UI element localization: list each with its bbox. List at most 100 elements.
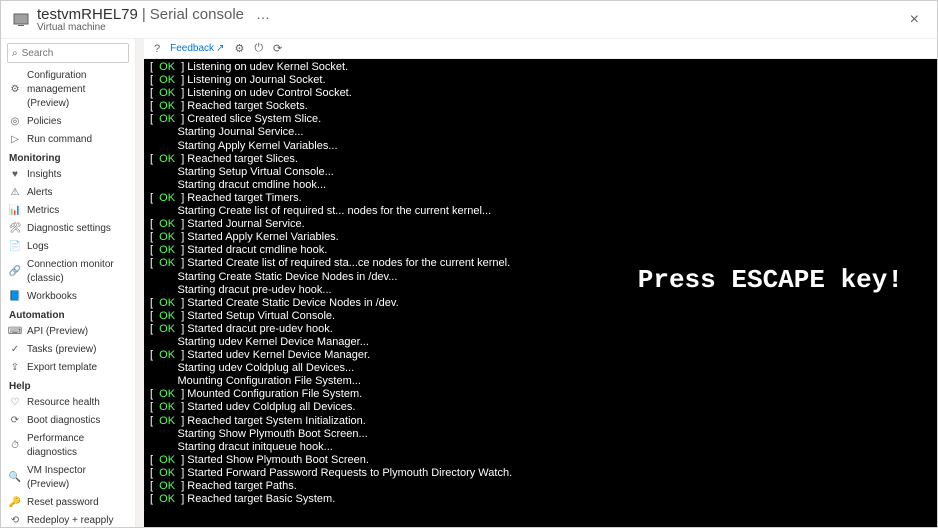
nav-icon: 🛠 (9, 222, 21, 236)
console-line: [ OK ] Started Forward Password Requests… (150, 467, 931, 480)
sidebar-item-monitoring-1[interactable]: ⚠ Alerts (1, 184, 135, 202)
help-icon[interactable]: ? (154, 43, 160, 55)
nav-label: Insights (27, 168, 127, 182)
console-line: Starting Setup Virtual Console... (150, 166, 931, 179)
resource-type: Virtual machine (37, 22, 904, 33)
console-line: Starting udev Kernel Device Manager... (150, 336, 931, 349)
sidebar-item-monitoring-4[interactable]: 📄 Logs (1, 238, 135, 256)
search-input[interactable] (22, 48, 124, 59)
export-icon: ↗ (216, 43, 224, 54)
header: testvmRHEL79 | Serial console … Virtual … (1, 1, 937, 39)
console-line: [ OK ] Reached target Paths. (150, 480, 931, 493)
console-line: [ OK ] Listening on Journal Socket. (150, 74, 931, 87)
console-line: Starting Apply Kernel Variables... (150, 140, 931, 153)
console-line: [ OK ] Started Create Static Device Node… (150, 297, 931, 310)
nav-label: API (Preview) (27, 325, 127, 339)
sidebar-item-help-5[interactable]: ⟲ Redeploy + reapply (1, 512, 135, 527)
nav-icon: 📄 (9, 240, 21, 254)
feedback-label: Feedback (170, 43, 214, 54)
sidebar-item-monitoring-5[interactable]: 🔗Connection monitor (classic) (1, 256, 135, 288)
nav-icon: ⚠ (9, 186, 21, 200)
nav-icon: ♡ (9, 396, 21, 410)
overlay-message: Press ESCAPE key! (634, 263, 907, 297)
scrollbar[interactable] (136, 39, 144, 527)
nav-icon: ⌨ (9, 325, 21, 339)
nav-icon: ✓ (9, 343, 21, 357)
nav-label: VM Inspector (Preview) (27, 464, 127, 492)
console-line: [ OK ] Started dracut pre-udev hook. (150, 323, 931, 336)
sidebar-item-help-2[interactable]: ⏱Performance diagnostics (1, 430, 135, 462)
nav-label: Redeploy + reapply (27, 514, 127, 527)
feedback-link[interactable]: Feedback↗ (170, 43, 224, 54)
vm-name: testvmRHEL79 (37, 6, 138, 23)
nav-icon: 🔗 (9, 265, 21, 279)
close-icon[interactable]: × (904, 11, 925, 29)
console-line: Starting Show Plymouth Boot Screen... (150, 428, 931, 441)
nav-section-automation: Automation (1, 306, 135, 323)
console-line: Starting udev Coldplug all Devices... (150, 362, 931, 375)
nav-icon: ◎ (9, 115, 21, 129)
console-line: Mounting Configuration File System... (150, 375, 931, 388)
console-line: [ OK ] Started udev Coldplug all Devices… (150, 401, 931, 414)
main: ? Feedback↗ ⚙ ⏻ ⟳ [ OK ] Listening on ud… (144, 39, 937, 527)
sidebar-item-monitoring-6[interactable]: 📘 Workbooks (1, 288, 135, 306)
more-menu[interactable]: … (256, 6, 270, 22)
nav-label: Logs (27, 240, 127, 254)
console-line: [ OK ] Started udev Kernel Device Manage… (150, 349, 931, 362)
sidebar-item-automation-0[interactable]: ⌨ API (Preview) (1, 323, 135, 341)
nav-label: Metrics (27, 204, 127, 218)
sidebar-item-top-1[interactable]: ◎Policies (1, 113, 135, 131)
sidebar: ⌕ ⚙ Configuration management (Preview) ◎Po… (1, 39, 136, 527)
power-icon[interactable]: ⏻ (254, 42, 263, 55)
refresh-icon[interactable]: ⟳ (273, 42, 282, 55)
console-line: [ OK ] Started Apply Kernel Variables. (150, 231, 931, 244)
sidebar-item-help-3[interactable]: 🔍 VM Inspector (Preview) (1, 462, 135, 494)
sidebar-item-help-0[interactable]: ♡ Resource health (1, 394, 135, 412)
console-line: Starting Journal Service... (150, 126, 931, 139)
sidebar-item-automation-2[interactable]: ⇪Export template (1, 359, 135, 377)
search-icon: ⌕ (12, 48, 18, 59)
nav-label: Alerts (27, 186, 127, 200)
console-line: Starting dracut cmdline hook... (150, 179, 931, 192)
console-line: [ OK ] Mounted Configuration File System… (150, 388, 931, 401)
search-box[interactable]: ⌕ (7, 43, 129, 63)
console-line: [ OK ] Reached target Timers. (150, 192, 931, 205)
nav-label: Workbooks (27, 290, 127, 304)
sidebar-item-help-1[interactable]: ⟳Boot diagnostics (1, 412, 135, 430)
page-title: Serial console (150, 6, 244, 23)
nav-label: Tasks (preview) (27, 343, 127, 357)
nav-section-help: Help (1, 377, 135, 394)
sidebar-item-automation-1[interactable]: ✓ Tasks (preview) (1, 341, 135, 359)
nav-label: Resource health (27, 396, 127, 410)
nav-label: Configuration management (Preview) (27, 69, 127, 111)
nav-label: Run command (27, 133, 127, 147)
settings-icon[interactable]: ⚙ (234, 42, 244, 55)
toolbar: ? Feedback↗ ⚙ ⏻ ⟳ (144, 39, 937, 59)
console-line: [ OK ] Listening on udev Control Socket. (150, 87, 931, 100)
console-line: [ OK ] Reached target System Initializat… (150, 415, 931, 428)
sidebar-item-monitoring-0[interactable]: ♥ Insights (1, 166, 135, 184)
nav-icon: 🔍 (9, 471, 21, 485)
title-block: testvmRHEL79 | Serial console … Virtual … (37, 6, 904, 33)
console-line: [ OK ] Started Journal Service. (150, 218, 931, 231)
console-line: [ OK ] Created slice System Slice. (150, 113, 931, 126)
nav-icon: ▷ (9, 133, 21, 147)
nav-icon: ⚙ (9, 83, 21, 97)
console-line: [ OK ] Started Setup Virtual Console. (150, 310, 931, 323)
console-line: [ OK ] Started Show Plymouth Boot Screen… (150, 454, 931, 467)
sidebar-item-help-4[interactable]: 🔑Reset password (1, 494, 135, 512)
sidebar-item-monitoring-3[interactable]: 🛠 Diagnostic settings (1, 220, 135, 238)
nav: ⚙ Configuration management (Preview) ◎Poli… (1, 67, 135, 527)
nav-icon: ⟲ (9, 514, 21, 527)
console-line: Starting Create list of required st... n… (150, 205, 931, 218)
sidebar-item-top-0[interactable]: ⚙ Configuration management (Preview) (1, 67, 135, 113)
nav-label: Diagnostic settings (27, 222, 127, 236)
sidebar-item-top-2[interactable]: ▷ Run command (1, 131, 135, 149)
sidebar-item-monitoring-2[interactable]: 📊Metrics (1, 202, 135, 220)
nav-label: Export template (27, 361, 127, 375)
console-line: [ OK ] Reached target Basic System. (150, 493, 931, 506)
nav-icon: ♥ (9, 168, 21, 182)
nav-label: Boot diagnostics (27, 414, 127, 428)
nav-icon: 🔑 (9, 496, 21, 510)
nav-icon: 📘 (9, 290, 21, 304)
